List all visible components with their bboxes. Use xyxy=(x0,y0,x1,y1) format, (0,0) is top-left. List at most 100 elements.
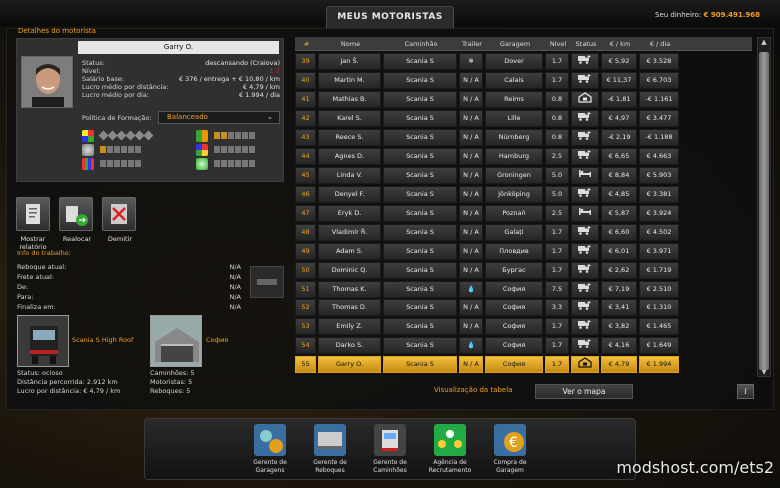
fire-button[interactable]: Demitir xyxy=(102,197,138,243)
column-header[interactable]: Nível xyxy=(545,37,571,50)
cell-level: 3.3 xyxy=(545,299,569,317)
table-row[interactable]: 41 Mathias B. Scania SN / A Reims 0.8 -€ 1,81… xyxy=(295,90,752,108)
cell-trailer: N / A xyxy=(459,109,483,127)
cell-km: € 5,87 xyxy=(601,204,637,222)
dock-recruitment[interactable]: Agência de Recrutamento xyxy=(420,424,480,474)
column-header[interactable]: Trailer xyxy=(459,37,485,50)
truck-thumbnail[interactable] xyxy=(17,315,69,367)
scroll-up-icon[interactable]: ▲ xyxy=(759,38,769,48)
cell-n: 42 xyxy=(295,109,316,127)
truck-info: Status: ocioso Distância percorrida: 2.9… xyxy=(17,369,120,396)
column-header[interactable]: Garagem xyxy=(485,37,545,50)
driving-status-icon xyxy=(571,337,599,355)
trailer-slot xyxy=(250,266,284,298)
garage-trailers-label: Reboques: xyxy=(150,387,185,395)
table-row[interactable]: 47 Eryk D. Scania SN / A Poznań 2.5 € 5,87 € 3… xyxy=(295,204,752,222)
cell-trailer: N / A xyxy=(459,128,483,146)
column-header[interactable]: # xyxy=(295,37,318,50)
skills-right xyxy=(196,129,256,170)
cell-n: 50 xyxy=(295,261,316,279)
cell-garage: София xyxy=(485,337,543,355)
training-policy-dropdown[interactable]: Balanceado ⌄ xyxy=(158,111,280,124)
cell-level: 5.0 xyxy=(545,166,569,184)
driver-details-title: Detalhes do motorista xyxy=(18,27,96,35)
cell-n: 40 xyxy=(295,71,316,89)
cell-truck: Scania S xyxy=(383,185,457,203)
cell-trailer: N / A xyxy=(459,318,483,336)
money-value: € 909.491.968 xyxy=(703,11,760,19)
cell-garage: Пловдив xyxy=(485,242,543,260)
table-row[interactable]: 52 Thomas D. Scania SN / A София 3.3 € 3,41 € … xyxy=(295,299,752,317)
column-header[interactable]: € / dia xyxy=(639,37,681,50)
table-row[interactable]: 48 Vladimír Ř. Scania SN / A Galați 1.7 € 6,6… xyxy=(295,223,752,241)
table-row[interactable]: 49 Adam S. Scania SN / A Пловдив 1.7 € 6,01 € … xyxy=(295,242,752,260)
table-row[interactable]: 45 Linda V. Scania SN / A Groningen 5.0 € 8,8… xyxy=(295,166,752,184)
fire-driver-icon xyxy=(102,197,136,231)
dock-label: Compra de Garagem xyxy=(493,459,527,474)
driving-status-icon xyxy=(571,185,599,203)
cell-garage: Poznań xyxy=(485,204,543,222)
table-row[interactable]: 39 Jan Š. Scania S ❄ Dover 1.7 € 5,92 € 3.528 xyxy=(295,52,752,70)
table-row[interactable]: 54 Darko S. Scania S 💧 София 1.7 € 4,16 € 1.649 xyxy=(295,337,752,355)
garage-drivers-value: 5 xyxy=(188,378,193,386)
scrollbar-thumb[interactable] xyxy=(759,52,769,370)
cell-day: -€ 1.161 xyxy=(639,90,679,108)
cell-level: 0.8 xyxy=(545,128,569,146)
cell-trailer: ❄ xyxy=(459,52,483,70)
cell-km: € 4,97 xyxy=(601,109,637,127)
column-header[interactable]: Status xyxy=(571,37,601,50)
map-view-button[interactable]: Ver o mapa xyxy=(535,384,633,399)
cell-trailer: 💧 xyxy=(459,337,483,355)
table-row[interactable]: 53 Emily Z. Scania SN / A София 1.7 € 3,82 € 1… xyxy=(295,318,752,336)
table-row[interactable]: 50 Dominic Q. Scania SN / A Бургас 1.7 € 2,62… xyxy=(295,261,752,279)
dock-trailer-manager[interactable]: Gerente de Reboques xyxy=(300,424,360,474)
table-row[interactable]: 40 Martin M. Scania SN / A Calais 1.7 € 11,37… xyxy=(295,71,752,89)
column-header[interactable]: Nome xyxy=(318,37,383,50)
cell-truck: Scania S xyxy=(383,299,457,317)
policy-value: Balanceado xyxy=(167,113,208,121)
scroll-down-icon[interactable]: ▼ xyxy=(759,369,769,377)
cell-n: 43 xyxy=(295,128,316,146)
table-row[interactable]: 51 Thomas K. Scania S 💧 София 7.5 € 7,19 € 2.51… xyxy=(295,280,752,298)
cell-garage: Groningen xyxy=(485,166,543,184)
cell-km: € 3,41 xyxy=(601,299,637,317)
table-row[interactable]: 43 Reece S. Scania SN / A Nürnberg 0.8 -€ 2,1… xyxy=(295,128,752,146)
eco-driving-icon xyxy=(196,157,208,170)
table-row[interactable]: 55 Garry O. Scania SN / A София 1.7 € 4,79 € 1… xyxy=(295,356,752,374)
fire-label: Demitir xyxy=(107,235,133,243)
table-view-toggle[interactable]: Visualização da tabela xyxy=(434,386,512,394)
cell-truck: Scania S xyxy=(383,147,457,165)
table-row[interactable]: 44 Agnes D. Scania SN / A Hamburg 2.5 € 6,65 €… xyxy=(295,147,752,165)
column-header[interactable]: € / km xyxy=(601,37,639,50)
cell-garage: Jönköping xyxy=(485,185,543,203)
cell-truck: Scania S xyxy=(383,109,457,127)
report-icon xyxy=(16,197,50,231)
cell-truck: Scania S xyxy=(383,223,457,241)
table-row[interactable]: 46 Denyel F. Scania SN / A Jönköping 5.0 € 4,… xyxy=(295,185,752,203)
cell-truck: Scania S xyxy=(383,280,457,298)
stat-value: 1.7 xyxy=(269,67,280,75)
cell-day: € 5.903 xyxy=(639,166,679,184)
stat-value: € 1.994 / dia xyxy=(238,91,280,99)
cell-truck: Scania S xyxy=(383,90,457,108)
dock-label: Agência de Recrutamento xyxy=(428,459,472,474)
cell-n: 46 xyxy=(295,185,316,203)
stat-row: Status: descansando (Craiova) xyxy=(82,59,280,67)
garage-thumbnail[interactable] xyxy=(150,315,202,367)
cell-name: Mathias B. xyxy=(318,90,381,108)
show-report-button[interactable]: Mostrar relatório xyxy=(16,197,52,251)
column-header[interactable]: Caminhão xyxy=(383,37,459,50)
cell-n: 45 xyxy=(295,166,316,184)
driving-status-icon xyxy=(571,223,599,241)
dock-purchase-garage[interactable]: € Compra de Garagem xyxy=(480,424,540,474)
dock-truck-manager[interactable]: Gerente de Caminhões xyxy=(360,424,420,474)
job-info-row: Frete atual: N/A xyxy=(17,272,241,282)
dock-garage-manager[interactable]: Gerente de Garagens xyxy=(240,424,300,474)
watermark: modshost.com/ets2 xyxy=(616,458,774,477)
cell-trailer: 💧 xyxy=(459,280,483,298)
relocate-button[interactable]: Realocar xyxy=(59,197,95,243)
skill-row xyxy=(82,143,154,156)
driving-status-icon xyxy=(571,242,599,260)
table-row[interactable]: 42 Karel S. Scania SN / A Lille 0.8 € 4,97 € 3… xyxy=(295,109,752,127)
info-button[interactable]: i xyxy=(737,384,754,399)
